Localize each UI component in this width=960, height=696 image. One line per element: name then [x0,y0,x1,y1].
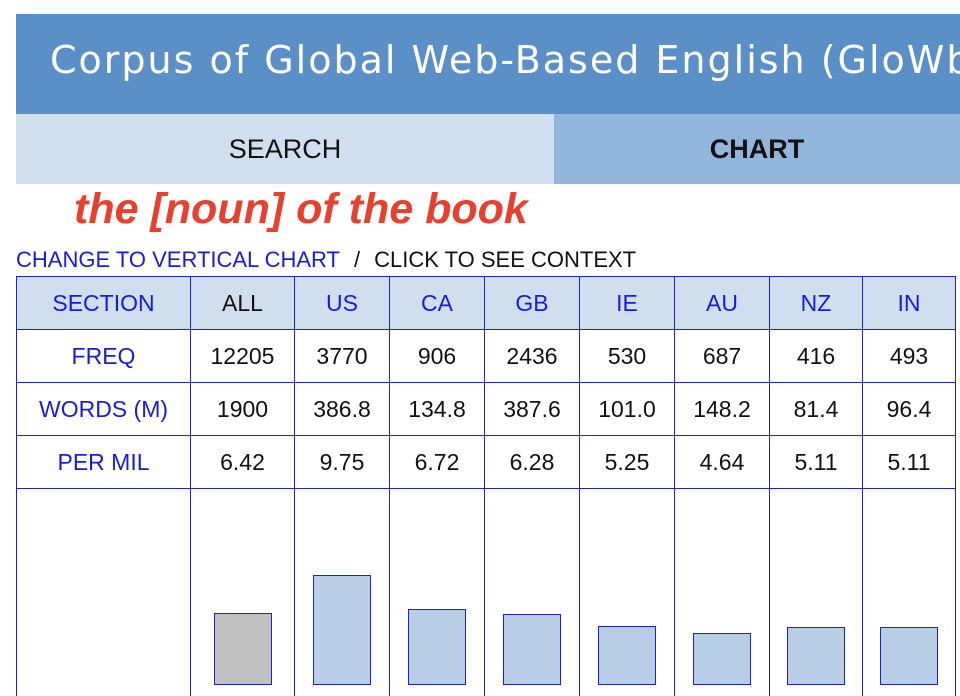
tab-search[interactable]: SEARCH [16,114,554,184]
bar-ca[interactable] [408,609,466,685]
words-cell: 134.8 [389,382,485,436]
bar-cell [190,488,295,696]
freq-cell[interactable]: 493 [862,329,956,383]
frequency-chart-table: SECTION ALL US CA GB IE AU NZ IN FREQ 12… [16,276,956,696]
bar-row [16,488,956,696]
chart-links: CHANGE TO VERTICAL CHART / CLICK TO SEE CO… [16,245,636,275]
freq-cell: 12205 [190,329,295,383]
column-header-au[interactable]: AU [674,276,770,330]
per-mil-cell: 4.64 [674,435,770,489]
freq-cell[interactable]: 530 [579,329,675,383]
words-label: WORDS (M) [16,382,191,436]
bar-cell [579,488,675,696]
column-header-in[interactable]: IN [862,276,956,330]
words-cell: 101.0 [579,382,675,436]
words-cell: 1900 [190,382,295,436]
tab-bar: SEARCH CHART [16,114,960,184]
change-to-vertical-chart-link[interactable]: CHANGE TO VERTICAL CHART [16,247,340,272]
bar-in[interactable] [880,627,938,685]
per-mil-cell: 6.42 [190,435,295,489]
words-cell: 81.4 [769,382,863,436]
bar-ie[interactable] [598,626,656,685]
freq-cell[interactable]: 2436 [484,329,580,383]
bar-cell [294,488,390,696]
bar-cell [484,488,580,696]
tab-chart[interactable]: CHART [554,114,960,184]
header-title: Corpus of Global Web-Based English (GloW… [50,38,960,82]
bar-gb[interactable] [503,614,561,685]
bar-label-cell [16,488,191,696]
freq-cell[interactable]: 416 [769,329,863,383]
per-mil-label: PER MIL [16,435,191,489]
bar-cell [769,488,863,696]
per-mil-cell: 5.11 [769,435,863,489]
column-header-ie[interactable]: IE [579,276,675,330]
bar-cell [389,488,485,696]
per-mil-row: PER MIL 6.42 9.75 6.72 6.28 5.25 4.64 5.… [16,435,956,489]
column-header-us[interactable]: US [294,276,390,330]
freq-row: FREQ 12205 3770 906 2436 530 687 416 493 [16,329,956,383]
header-banner: Corpus of Global Web-Based English (GloW… [16,14,960,114]
freq-label: FREQ [16,329,191,383]
freq-cell[interactable]: 687 [674,329,770,383]
bar-all[interactable] [213,613,272,685]
column-header-gb[interactable]: GB [484,276,580,330]
column-header-nz[interactable]: NZ [769,276,863,330]
per-mil-cell: 5.11 [862,435,956,489]
click-to-see-context-text: CLICK TO SEE CONTEXT [374,247,637,272]
column-header-ca[interactable]: CA [389,276,485,330]
section-header-row: SECTION ALL US CA GB IE AU NZ IN [16,276,956,330]
bar-cell [862,488,956,696]
freq-cell[interactable]: 3770 [294,329,390,383]
link-separator: / [353,247,361,272]
bar-us[interactable] [313,575,371,685]
per-mil-cell: 5.25 [579,435,675,489]
page: Corpus of Global Web-Based English (GloW… [0,0,960,696]
words-cell: 96.4 [862,382,956,436]
bar-au[interactable] [693,633,751,685]
words-cell: 387.6 [484,382,580,436]
words-cell: 386.8 [294,382,390,436]
section-label: SECTION [16,276,191,330]
bar-cell [674,488,770,696]
per-mil-cell: 9.75 [294,435,390,489]
words-cell: 148.2 [674,382,770,436]
bar-nz[interactable] [787,627,845,685]
per-mil-cell: 6.72 [389,435,485,489]
column-header-all: ALL [190,276,295,330]
per-mil-cell: 6.28 [484,435,580,489]
freq-cell[interactable]: 906 [389,329,485,383]
query-text: the [noun] of the book [74,185,528,233]
words-row: WORDS (M) 1900 386.8 134.8 387.6 101.0 1… [16,382,956,436]
